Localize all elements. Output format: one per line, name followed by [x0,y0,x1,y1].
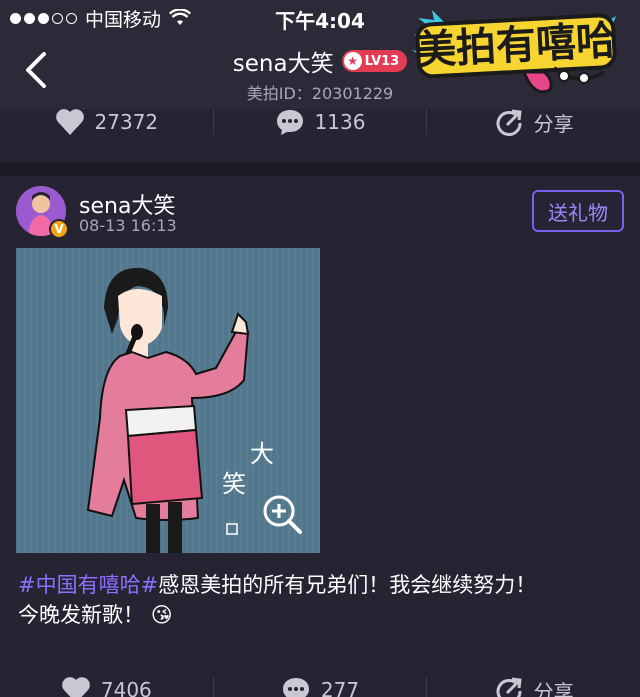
share-icon [496,677,522,697]
comment-count: 277 [320,678,360,697]
comment-icon [282,678,309,697]
top-like-count: 27372 [94,110,159,134]
comment-button[interactable]: 277 [214,676,427,697]
post-image[interactable]: 大 笑 [16,248,320,553]
star-icon: ★ [343,52,362,70]
like-count: 7406 [100,678,152,697]
share-icon [496,109,522,136]
top-action-bar: 27372 1136 分享 [0,104,640,140]
heart-icon [55,109,84,135]
verified-icon: V [49,219,69,239]
image-text-1: 大 [250,440,274,468]
post-illustration: 大 笑 [16,248,320,553]
top-comment-button[interactable]: 1136 [214,108,427,136]
top-share-button[interactable]: 分享 [427,108,640,137]
level-badge: ★ LV13 [341,50,408,72]
top-like-button[interactable]: 27372 [0,108,213,136]
top-comment-count: 1136 [314,110,366,134]
level-text: LV13 [364,53,400,69]
post-caption: #中国有嘻哈#感恩美拍的所有兄弟们！我会继续努力！ 今晚发新歌！ 😘 [18,570,628,630]
post-time: 08-13 16:13 [79,216,177,235]
heart-icon [62,677,90,697]
like-button[interactable]: 7406 [0,676,213,697]
top-share-label: 分享 [533,111,574,136]
bottom-action-bar: 7406 277 分享 [0,672,640,697]
caption-line-1: 感恩美拍的所有兄弟们！我会继续努力！ [158,573,537,597]
share-label: 分享 [533,679,574,697]
send-gift-button[interactable]: 送礼物 [532,190,624,232]
hashtag-link[interactable]: #中国有嘻哈# [18,573,158,597]
comment-icon [276,110,303,135]
kiss-emoji-icon: 😘 [150,603,173,627]
share-button[interactable]: 分享 [427,676,640,697]
caption-line-2: 今晚发新歌！ [18,603,144,627]
image-text-2: 笑 [222,470,246,498]
meipai-hiphop-logo: 美拍有嘻哈 [410,10,617,94]
header-username: sena大笑 [232,51,334,77]
section-divider [0,162,640,176]
